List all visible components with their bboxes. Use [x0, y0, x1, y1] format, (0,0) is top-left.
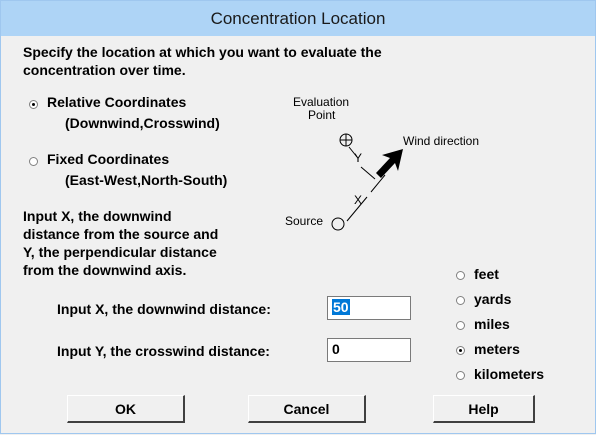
wind-direction-label: Wind direction	[403, 134, 480, 148]
x-distance-label: Input X, the downwind distance:	[57, 301, 271, 317]
meters-radio[interactable]	[456, 346, 465, 355]
kilometers-label[interactable]: kilometers	[474, 366, 544, 382]
x-distance-input[interactable]: 50	[327, 296, 411, 320]
cancel-button[interactable]: Cancel	[248, 395, 366, 423]
help-text-line-1: Input X, the downwind	[23, 208, 172, 224]
source-point-icon	[331, 217, 345, 231]
meters-label[interactable]: meters	[474, 341, 520, 357]
yards-radio[interactable]	[456, 296, 465, 305]
dialog-window: Concentration Location Specify the locat…	[0, 0, 596, 434]
ok-button[interactable]: OK	[67, 395, 185, 423]
y-distance-label: Input Y, the crosswind distance:	[57, 343, 270, 359]
axis-lines	[346, 146, 386, 222]
source-label: Source	[285, 214, 324, 228]
x-axis-label: X	[354, 193, 363, 207]
feet-label[interactable]: feet	[474, 266, 499, 282]
help-text-line-4: from the downwind axis.	[23, 262, 187, 278]
evaluation-label-line-2: Point	[308, 108, 336, 122]
y-distance-value[interactable]: 0	[332, 341, 340, 357]
miles-radio[interactable]	[456, 321, 465, 330]
y-distance-input[interactable]: 0	[327, 338, 411, 362]
x-distance-value[interactable]: 50	[332, 299, 350, 315]
kilometers-radio[interactable]	[456, 371, 465, 380]
help-text-line-3: Y, the perpendicular distance	[23, 244, 217, 260]
wind-direction-arrow-icon	[376, 149, 403, 178]
help-button[interactable]: Help	[433, 395, 535, 423]
evaluation-label-line-1: Evaluation	[293, 95, 350, 109]
y-axis-label: Y	[354, 151, 363, 165]
feet-radio[interactable]	[456, 271, 465, 280]
miles-label[interactable]: miles	[474, 316, 510, 332]
yards-label[interactable]: yards	[474, 291, 511, 307]
evaluation-point-icon	[339, 133, 353, 147]
help-text-line-2: distance from the source and	[23, 226, 219, 242]
